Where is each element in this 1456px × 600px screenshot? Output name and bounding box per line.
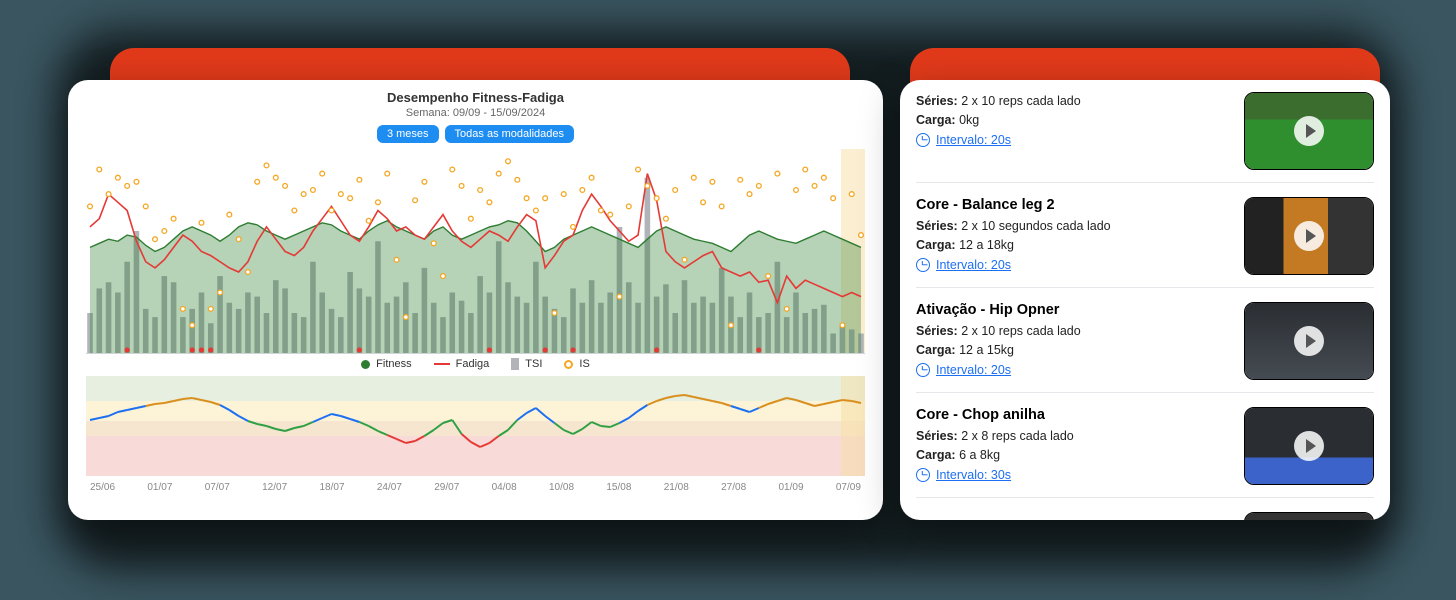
play-icon: [1294, 116, 1324, 146]
filter-range-chip[interactable]: 3 meses: [377, 125, 439, 143]
clock-icon: [916, 468, 930, 482]
clock-icon: [916, 133, 930, 147]
exercise-title: Ativação - Hip Opner: [916, 302, 1230, 318]
exercise-item: Séries: 2 x 10 reps cada lado Carga: 0kg I…: [916, 88, 1374, 182]
legend-is: IS: [579, 358, 589, 370]
x-tick: 12/07: [262, 482, 287, 493]
x-tick: 24/07: [377, 482, 402, 493]
chart-header: Desempenho Fitness-Fadiga Semana: 09/09 …: [86, 90, 865, 143]
chart-title: Desempenho Fitness-Fadiga: [86, 90, 865, 105]
carga-value: 12 a 15kg: [959, 343, 1014, 357]
series-label: Séries:: [916, 219, 958, 233]
x-tick: 18/07: [320, 482, 345, 493]
x-tick: 07/07: [205, 482, 230, 493]
play-icon: [1294, 431, 1324, 461]
legend-fadiga: Fadiga: [456, 358, 490, 370]
exercise-video-thumb[interactable]: [1244, 302, 1374, 380]
carga-value: 12 a 18kg: [959, 238, 1014, 252]
filter-modalities-chip[interactable]: Todas as modalidades: [445, 125, 574, 143]
exercise-video-thumb[interactable]: [1244, 92, 1374, 170]
interval-text: Intervalo: 20s: [936, 363, 1011, 377]
carga-label: Carga:: [916, 113, 956, 127]
exercise-video-thumb[interactable]: [1244, 407, 1374, 485]
carga-label: Carga:: [916, 448, 956, 462]
x-tick: 04/08: [492, 482, 517, 493]
x-tick: 10/08: [549, 482, 574, 493]
exercise-item: [916, 497, 1374, 520]
x-tick: 15/08: [606, 482, 631, 493]
interval-link[interactable]: Intervalo: 20s: [916, 258, 1230, 272]
series-value: 2 x 10 reps cada lado: [961, 94, 1081, 108]
chart-legend: Fitness Fadiga TSI IS: [86, 358, 865, 370]
legend-fitness: Fitness: [376, 358, 411, 370]
main-chart: [86, 149, 865, 354]
x-tick: 29/07: [434, 482, 459, 493]
exercise-item: Core - Balance leg 2 Séries: 2 x 10 segun…: [916, 182, 1374, 287]
interval-link[interactable]: Intervalo: 20s: [916, 133, 1230, 147]
chart-subtitle: Semana: 09/09 - 15/09/2024: [86, 107, 865, 119]
exercise-title: Core - Balance leg 2: [916, 197, 1230, 213]
series-label: Séries:: [916, 324, 958, 338]
series-value: 2 x 8 reps cada lado: [961, 429, 1074, 443]
x-tick: 07/09: [836, 482, 861, 493]
exercise-list-card: Séries: 2 x 10 reps cada lado Carga: 0kg I…: [900, 80, 1390, 520]
fitness-fatigue-card: Desempenho Fitness-Fadiga Semana: 09/09 …: [68, 80, 883, 520]
exercise-item: Core - Chop anilha Séries: 2 x 8 reps cad…: [916, 392, 1374, 497]
series-label: Séries:: [916, 429, 958, 443]
secondary-chart: [86, 376, 865, 476]
exercise-item: Ativação - Hip Opner Séries: 2 x 10 reps …: [916, 287, 1374, 392]
clock-icon: [916, 258, 930, 272]
exercise-video-thumb[interactable]: [1244, 197, 1374, 275]
x-tick: 01/09: [779, 482, 804, 493]
series-value: 2 x 10 segundos cada lado: [961, 219, 1110, 233]
legend-tsi: TSI: [525, 358, 542, 370]
interval-text: Intervalo: 20s: [936, 258, 1011, 272]
series-label: Séries:: [916, 94, 958, 108]
x-tick: 25/06: [90, 482, 115, 493]
carga-value: 6 a 8kg: [959, 448, 1000, 462]
play-icon: [1294, 221, 1324, 251]
series-value: 2 x 10 reps cada lado: [961, 324, 1081, 338]
x-tick: 27/08: [721, 482, 746, 493]
clock-icon: [916, 363, 930, 377]
interval-text: Intervalo: 30s: [936, 468, 1011, 482]
exercise-video-thumb[interactable]: [1244, 512, 1374, 520]
play-icon: [1294, 326, 1324, 356]
carga-label: Carga:: [916, 238, 956, 252]
interval-text: Intervalo: 20s: [936, 133, 1011, 147]
exercise-title: Core - Chop anilha: [916, 407, 1230, 423]
interval-link[interactable]: Intervalo: 30s: [916, 468, 1230, 482]
interval-link[interactable]: Intervalo: 20s: [916, 363, 1230, 377]
carga-value: 0kg: [959, 113, 979, 127]
carga-label: Carga:: [916, 343, 956, 357]
x-tick: 21/08: [664, 482, 689, 493]
x-axis-ticks: 25/06 01/07 07/07 12/07 18/07 24/07 29/07 04/08…: [86, 482, 865, 493]
x-tick: 01/07: [147, 482, 172, 493]
